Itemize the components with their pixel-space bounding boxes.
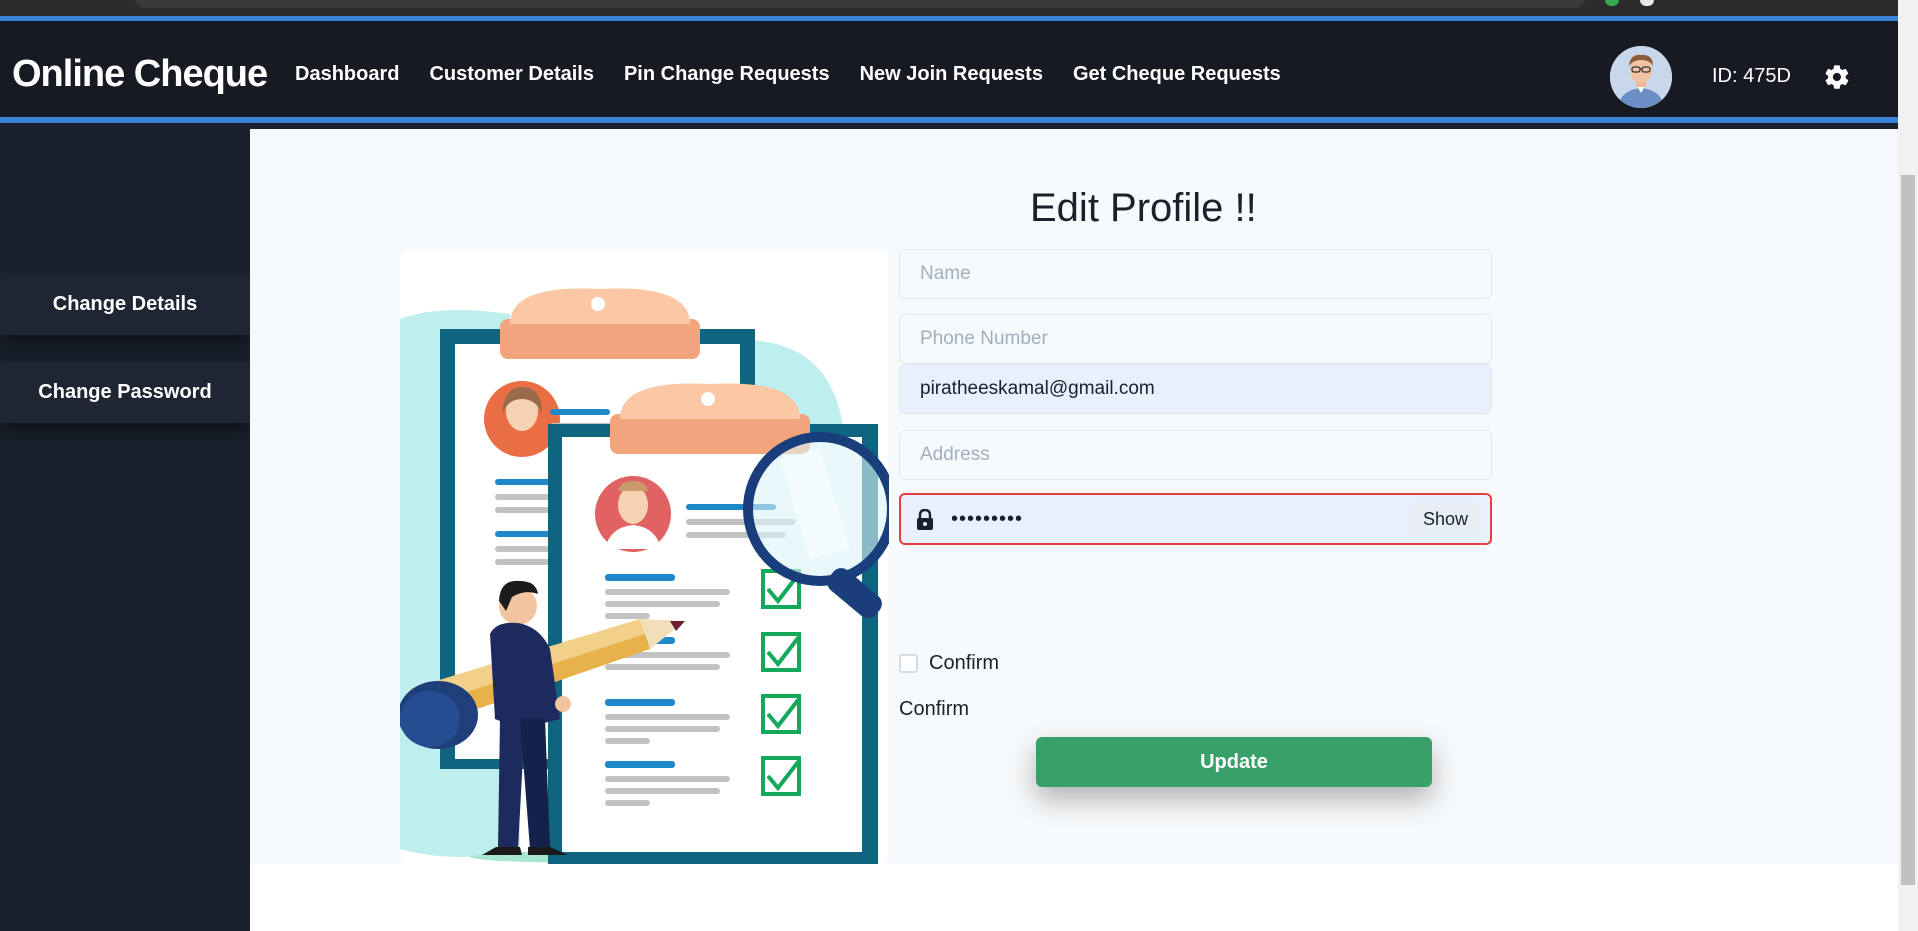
scrollbar-thumb[interactable]	[1901, 175, 1915, 885]
nav-new-join-requests[interactable]: New Join Requests	[860, 63, 1043, 86]
sidebar-item-change-password[interactable]: Change Password	[0, 361, 250, 423]
user-id-label: ID: 475D	[1712, 65, 1791, 87]
nav-dashboard[interactable]: Dashboard	[295, 63, 399, 86]
nav-pin-change-requests[interactable]: Pin Change Requests	[624, 63, 830, 86]
page-scrollbar[interactable]	[1898, 0, 1918, 931]
browser-profile-icon[interactable]	[1640, 0, 1654, 6]
user-avatar[interactable]	[1610, 46, 1672, 108]
address-field[interactable]	[899, 430, 1492, 480]
navbar-accent-line	[0, 117, 1898, 123]
phone-number-field[interactable]	[899, 314, 1492, 364]
password-value: •••••••••	[951, 508, 1024, 530]
email-field[interactable]	[899, 364, 1492, 414]
top-navbar: Online Cheque Dashboard Customer Details…	[0, 21, 1898, 123]
browser-address-bar[interactable]	[135, 0, 1585, 8]
confirm-checkbox-label[interactable]: Confirm	[929, 652, 999, 675]
profile-illustration	[400, 249, 889, 865]
clipboard-illustration-image	[400, 288, 889, 864]
gear-icon[interactable]	[1823, 63, 1851, 91]
confirm-checkbox[interactable]	[899, 654, 918, 673]
sidebar: Change Details Change Password	[0, 129, 250, 931]
browser-extension-icon[interactable]	[1605, 0, 1619, 6]
show-password-button[interactable]: Show	[1410, 503, 1480, 535]
update-button[interactable]: Update	[1036, 737, 1432, 787]
lock-icon	[917, 509, 933, 530]
confirm-checkbox-row: Confirm	[899, 652, 999, 675]
user-avatar-icon	[1610, 46, 1672, 108]
page-title: Edit Profile !!	[1030, 186, 1257, 230]
confirm-text: Confirm	[899, 698, 970, 720]
password-field[interactable]: ••••••••• Show	[899, 493, 1492, 545]
nav-links: Dashboard Customer Details Pin Change Re…	[295, 63, 1311, 86]
main-footer-area	[250, 864, 1898, 931]
name-field[interactable]	[899, 249, 1492, 299]
sidebar-item-change-details[interactable]: Change Details	[0, 273, 250, 335]
nav-customer-details[interactable]: Customer Details	[429, 63, 594, 86]
brand-logo[interactable]: Online Cheque	[12, 53, 268, 96]
browser-top-strip	[0, 0, 1918, 16]
nav-get-cheque-requests[interactable]: Get Cheque Requests	[1073, 63, 1281, 86]
